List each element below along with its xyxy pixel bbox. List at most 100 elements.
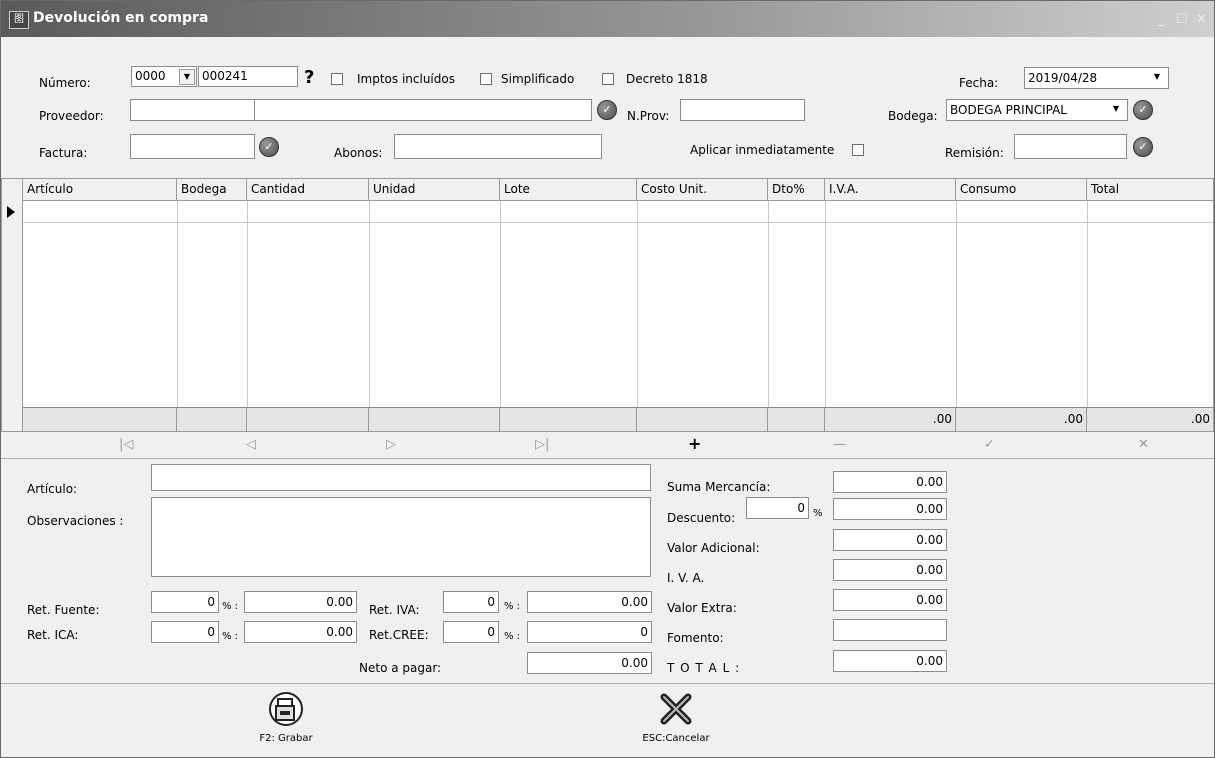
abonos-label: Abonos:	[334, 146, 383, 160]
column-divider	[247, 201, 248, 407]
minimize-icon[interactable]: _	[1158, 12, 1165, 27]
valor-adicional-value[interactable]: 0.00	[833, 529, 947, 551]
aplicar-checkbox[interactable]	[852, 144, 864, 156]
ret-iva-value-input[interactable]: 0.00	[527, 591, 652, 613]
devolucion-window: 图 Devolución en compra _ ☐ ✕ Número: 000…	[0, 0, 1215, 758]
post-record-icon[interactable]: ✓	[984, 437, 995, 452]
grid-footer: .00 .00 .00	[23, 407, 1213, 431]
pct-sign: %	[813, 508, 823, 519]
column-divider	[825, 201, 826, 407]
numero-prefix-value: 0000	[135, 69, 166, 83]
cancel-button[interactable]: ESC:Cancelar	[631, 691, 721, 744]
simplificado-checkbox[interactable]	[480, 73, 492, 85]
pct-sign: % :	[222, 631, 239, 642]
aplicar-label: Aplicar inmediatamente	[690, 143, 835, 157]
divider	[1, 683, 1214, 684]
fecha-input[interactable]: 2019/04/28	[1024, 67, 1169, 89]
ret-cree-pct-input[interactable]: 0	[443, 621, 499, 643]
nprov-input[interactable]	[680, 99, 805, 121]
ret-iva-label: Ret. IVA:	[369, 603, 420, 617]
column-header[interactable]: Consumo	[956, 179, 1087, 200]
column-header[interactable]: Bodega	[177, 179, 247, 200]
imptos-checkbox[interactable]	[331, 73, 343, 85]
save-button[interactable]: F2: Grabar	[251, 691, 321, 744]
close-icon[interactable]: ✕	[1196, 12, 1207, 27]
simplificado-label: Simplificado	[501, 72, 575, 86]
bodega-search-icon[interactable]: ✓	[1133, 100, 1153, 120]
fomento-value[interactable]	[833, 619, 947, 641]
factura-search-icon[interactable]: ✓	[259, 137, 279, 157]
ret-iva-pct-input[interactable]: 0	[443, 591, 499, 613]
decreto-label: Decreto 1818	[626, 72, 708, 86]
decreto-checkbox[interactable]	[602, 73, 614, 85]
help-icon[interactable]: ?	[304, 67, 314, 88]
remision-input[interactable]	[1014, 134, 1127, 159]
maximize-icon[interactable]: ☐	[1176, 12, 1188, 27]
column-header[interactable]: I.V.A.	[825, 179, 956, 200]
proveedor-search-icon[interactable]: ✓	[597, 100, 617, 120]
observaciones-input[interactable]	[151, 497, 651, 577]
observaciones-label: Observaciones :	[27, 514, 124, 528]
column-header[interactable]: Cantidad	[247, 179, 369, 200]
abonos-input[interactable]	[394, 134, 602, 159]
column-header[interactable]: Total	[1087, 179, 1213, 200]
fecha-dropdown-icon[interactable]: ▼	[1149, 70, 1165, 86]
ret-cree-value-input[interactable]: 0	[527, 621, 652, 643]
last-record-icon[interactable]: ▷|	[535, 437, 549, 452]
proveedor-code-input[interactable]	[130, 99, 255, 121]
footer-cell	[768, 408, 825, 431]
descuento-pct-input[interactable]: 0	[746, 497, 809, 519]
valor-adicional-label: Valor Adicional:	[667, 541, 760, 555]
valor-extra-value[interactable]: 0.00	[833, 589, 947, 611]
factura-input[interactable]	[130, 134, 255, 159]
items-grid[interactable]: Artículo Bodega Cantidad Unidad Lote Cos…	[22, 178, 1214, 432]
ret-fuente-pct-input[interactable]: 0	[151, 591, 219, 613]
column-divider	[956, 201, 957, 407]
first-record-icon[interactable]: |◁	[119, 437, 133, 452]
column-divider	[768, 201, 769, 407]
bodega-dropdown-icon[interactable]: ▼	[1108, 102, 1124, 118]
column-header[interactable]: Unidad	[369, 179, 500, 200]
grid-header: Artículo Bodega Cantidad Unidad Lote Cos…	[23, 179, 1213, 201]
column-divider	[369, 201, 370, 407]
numero-input[interactable]: 000241	[198, 66, 298, 87]
column-divider	[500, 201, 501, 407]
column-header[interactable]: Dto%	[768, 179, 825, 200]
remision-search-icon[interactable]: ✓	[1133, 137, 1153, 157]
table-row[interactable]	[23, 201, 1213, 223]
next-record-icon[interactable]: ▷	[386, 437, 396, 452]
ret-fuente-value-input[interactable]: 0.00	[244, 591, 357, 613]
proveedor-name-input[interactable]	[254, 99, 592, 121]
footer-cell	[369, 408, 500, 431]
delete-record-icon[interactable]: —	[833, 437, 846, 452]
column-divider	[177, 201, 178, 407]
cancel-record-icon[interactable]: ✕	[1138, 437, 1149, 452]
iva-value: 0.00	[833, 559, 947, 581]
fomento-label: Fomento:	[667, 631, 724, 645]
suma-label: Suma Mercancía:	[667, 480, 771, 494]
column-header[interactable]: Artículo	[23, 179, 177, 200]
column-divider	[637, 201, 638, 407]
numero-label: Número:	[39, 76, 91, 90]
remision-label: Remisión:	[945, 146, 1004, 160]
factura-label: Factura:	[39, 146, 88, 160]
articulo-label: Artículo:	[27, 482, 78, 496]
articulo-input[interactable]	[151, 464, 651, 491]
ret-ica-pct-input[interactable]: 0	[151, 621, 219, 643]
descuento-label: Descuento:	[667, 511, 736, 525]
column-header[interactable]: Costo Unit.	[637, 179, 768, 200]
prev-record-icon[interactable]: ◁	[246, 437, 256, 452]
imptos-label: Imptos incluídos	[357, 72, 455, 86]
save-button-label: F2: Grabar	[259, 733, 313, 744]
descuento-value[interactable]: 0.00	[833, 498, 947, 520]
suma-value: 0.00	[833, 471, 947, 493]
bodega-label: Bodega:	[888, 109, 938, 123]
divider	[1, 458, 1214, 459]
footer-iva-total: .00	[825, 408, 956, 431]
ret-ica-value-input[interactable]: 0.00	[244, 621, 357, 643]
pct-sign: % :	[222, 601, 239, 612]
bodega-select[interactable]: BODEGA PRINCIPAL	[946, 99, 1128, 121]
column-header[interactable]: Lote	[500, 179, 637, 200]
chevron-down-icon[interactable]: ▼	[179, 69, 195, 85]
add-record-icon[interactable]: +	[688, 434, 701, 453]
